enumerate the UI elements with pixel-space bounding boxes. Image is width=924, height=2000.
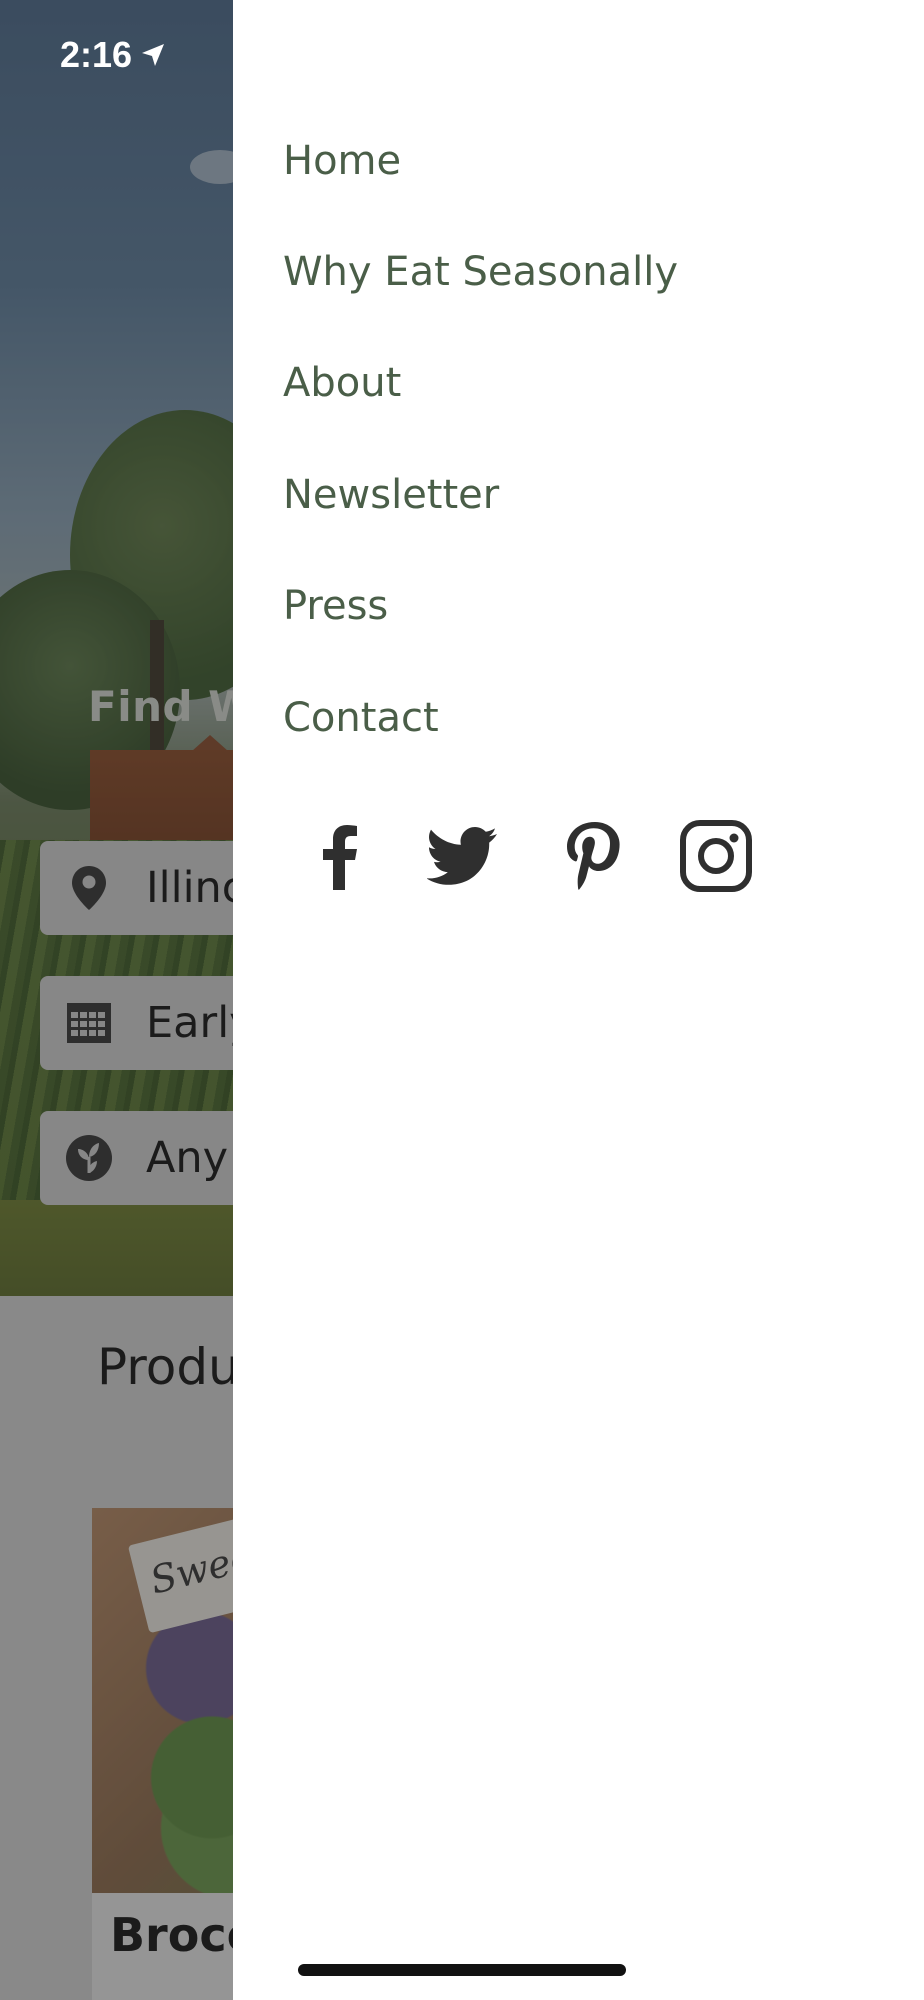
facebook-link[interactable] (303, 818, 379, 894)
side-drawer: Home Why Eat Seasonally About Newsletter… (233, 0, 924, 2000)
menu-item-why-eat-seasonally[interactable]: Why Eat Seasonally (283, 242, 678, 302)
social-links (303, 818, 803, 894)
location-arrow-icon (142, 44, 165, 66)
facebook-icon (323, 825, 357, 890)
clock: 2:16 (60, 34, 133, 75)
instagram-link[interactable] (678, 818, 754, 894)
twitter-link[interactable] (426, 818, 503, 894)
instagram-icon (680, 820, 752, 892)
menu-item-about[interactable]: About (283, 353, 401, 413)
twitter-icon (426, 827, 497, 885)
menu-item-home[interactable]: Home (283, 131, 401, 191)
menu-item-newsletter[interactable]: Newsletter (283, 465, 499, 525)
home-indicator[interactable] (298, 1964, 626, 1976)
menu-item-contact[interactable]: Contact (283, 688, 439, 748)
pinterest-icon (567, 822, 620, 890)
status-bar-time: 2:16 (60, 34, 166, 76)
menu-item-press[interactable]: Press (283, 576, 388, 636)
pinterest-link[interactable] (555, 818, 631, 894)
